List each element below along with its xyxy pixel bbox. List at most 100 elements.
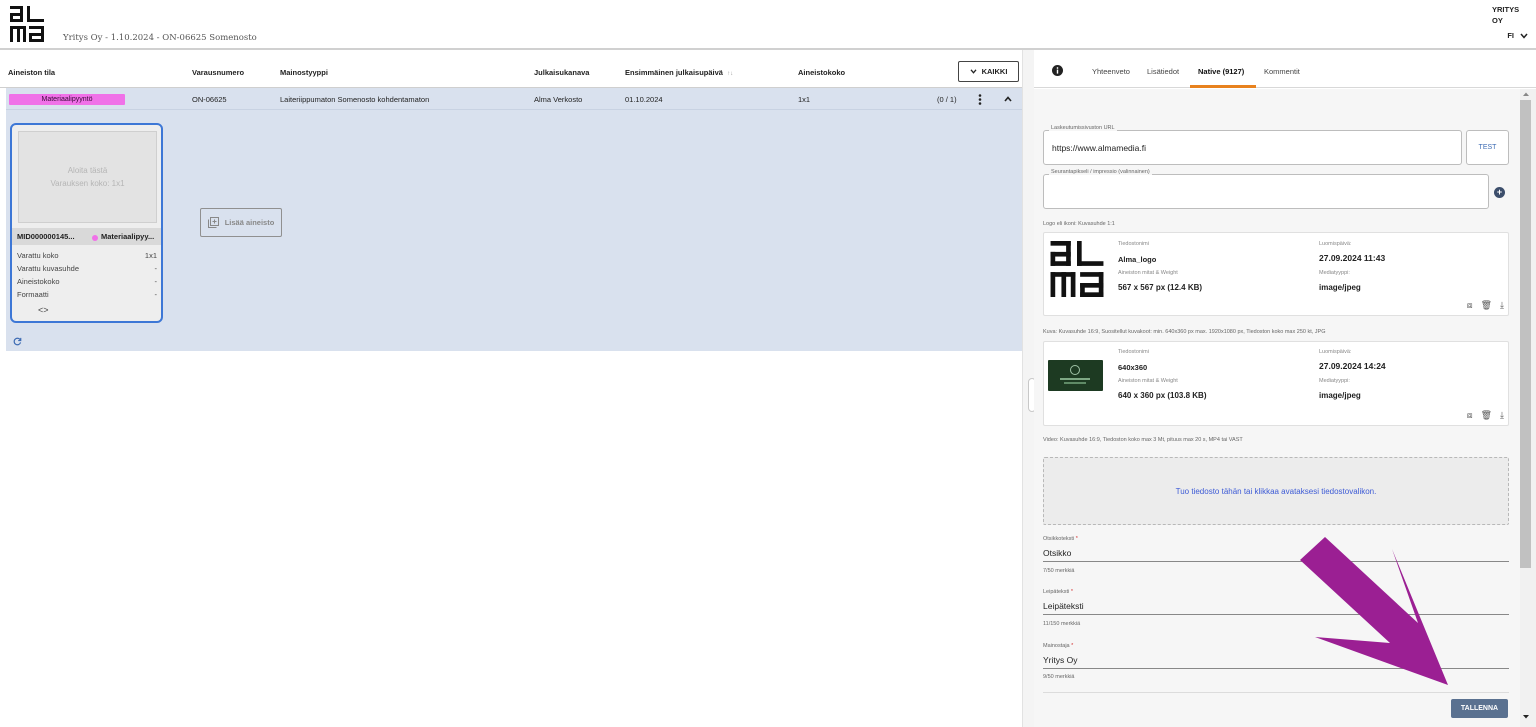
add-material-label: Lisää aineisto <box>224 218 275 227</box>
headline-label-text: Otsikkoteksti <box>1043 536 1075 542</box>
advertiser-counter: 9/50 merkkiä <box>1043 674 1075 680</box>
delete-icon[interactable]: 🗑 <box>1481 410 1492 421</box>
active-tab-indicator <box>1190 85 1256 88</box>
chevron-down-icon <box>1520 33 1528 39</box>
tab-lisatiedot[interactable]: Lisätiedot <box>1147 67 1179 76</box>
tracking-pixel-field[interactable] <box>1043 174 1489 209</box>
info-icon[interactable] <box>1052 65 1063 76</box>
col-header-status[interactable]: Aineiston tila <box>8 68 55 77</box>
filter-all-button[interactable]: KAIKKI <box>958 61 1019 82</box>
file-actions: ⧈ 🗑 ⤓ <box>1467 410 1504 421</box>
col-header-reservation[interactable]: Varausnumero <box>192 68 244 77</box>
more-vert-icon[interactable] <box>978 94 982 105</box>
filename-value: Alma_logo <box>1118 255 1157 264</box>
image-thumbnail[interactable] <box>1048 360 1103 391</box>
advertiser-label: Mainostaja * <box>1043 643 1073 649</box>
landing-url-value: https://www.almamedia.fi <box>1052 143 1147 153</box>
advertiser-label-text: Mainostaja <box>1043 643 1070 649</box>
company-name: YRITYS OY <box>1492 5 1520 25</box>
advertiser-value: Yritys Oy <box>1043 655 1078 665</box>
col-header-ad-type[interactable]: Mainostyyppi <box>280 68 328 77</box>
card-field-row: Formaatti - <box>17 290 157 303</box>
preview-icon[interactable]: ⧈ <box>1467 300 1473 311</box>
app-header: Yritys Oy - 1.10.2024 - ON-06625 Somenos… <box>0 0 1536 50</box>
language-selector[interactable]: FI <box>1507 31 1528 40</box>
required-mark: * <box>1070 589 1073 595</box>
status-badge: Materiaalipyyntö <box>9 94 125 105</box>
field-label: Varattu kuvasuhde <box>17 264 79 273</box>
type-value: image/jpeg <box>1319 283 1361 292</box>
created-label: Luomispäivä: <box>1319 349 1352 355</box>
alma-logo[interactable] <box>10 6 44 42</box>
thumbnail-text-line <box>1060 378 1090 380</box>
add-material-button[interactable]: Lisää aineisto <box>200 208 282 237</box>
field-value: - <box>154 290 158 299</box>
created-label: Luomispäivä: <box>1319 241 1352 247</box>
breadcrumb: Yritys Oy - 1.10.2024 - ON-06625 Somenos… <box>63 33 257 43</box>
cell-first-date: 01.10.2024 <box>625 95 663 104</box>
field-label: Aineistokoko <box>17 277 60 286</box>
created-value: 27.09.2024 14:24 <box>1319 361 1386 371</box>
cell-reservation: ON-06625 <box>192 95 227 104</box>
card-preview-placeholder[interactable]: Aloita tästä Varauksen koko: 1x1 <box>18 131 157 223</box>
save-button[interactable]: TALLENNA <box>1451 699 1508 718</box>
body-value: Leipäteksti <box>1043 601 1084 611</box>
dims-value: 640 x 360 px (103.8 KB) <box>1118 391 1207 400</box>
add-tracking-icon[interactable]: + <box>1494 187 1505 198</box>
type-value: image/jpeg <box>1319 391 1361 400</box>
field-value: - <box>154 264 158 273</box>
headline-label: Otsikkoteksti * <box>1043 536 1078 542</box>
field-value: 1x1 <box>144 251 157 260</box>
card-fields: Varattu koko 1x1 Varattu kuvasuhde - Ainei… <box>17 251 157 303</box>
material-id: MID000000145... <box>17 232 75 241</box>
file-card-logo: Tiedostonimi Alma_logo Aineiston mitat &… <box>1043 232 1509 316</box>
language-label: FI <box>1507 31 1514 40</box>
col-header-size[interactable]: Aineistokoko <box>798 68 845 77</box>
download-icon[interactable]: ⤓ <box>1500 300 1504 311</box>
scrollbar-thumb[interactable] <box>1520 100 1531 568</box>
scroll-down-icon[interactable] <box>1522 714 1530 720</box>
detail-tabs: Yhteenveto Lisätiedot Native (9127) Komm… <box>1034 58 1536 88</box>
created-value: 27.09.2024 11:43 <box>1319 253 1386 263</box>
preview-icon[interactable]: ⧈ <box>1467 410 1473 421</box>
tab-kommentit[interactable]: Kommentit <box>1264 67 1300 76</box>
card-field-row: Varattu koko 1x1 <box>17 251 157 264</box>
headline-value: Otsikko <box>1043 548 1072 558</box>
cell-channel: Alma Verkosto <box>534 95 583 104</box>
card-id-bar: MID000000145... Materiaalipyy... <box>12 228 161 245</box>
code-icon[interactable]: <> <box>38 305 49 315</box>
refresh-icon[interactable] <box>13 337 22 346</box>
scroll-up-icon[interactable] <box>1522 91 1530 97</box>
col-header-channel[interactable]: Julkaisukanava <box>534 68 589 77</box>
sort-icon[interactable]: ↑↓ <box>727 71 733 77</box>
tab-yhteenveto[interactable]: Yhteenveto <box>1092 67 1130 76</box>
cell-count: (0 / 1) <box>937 95 957 104</box>
status-dot-icon <box>92 235 98 241</box>
file-card-image: Tiedostonimi 640x360 Aineiston mitat & W… <box>1043 341 1509 426</box>
col-header-first-date[interactable]: Ensimmäinen julkaisupäivä ↑↓ <box>625 68 733 77</box>
table-row[interactable]: Materiaalipyyntö ON-06625 Laiteriippumat… <box>6 88 1022 110</box>
preview-size-text: Varauksen koko: 1x1 <box>50 179 125 188</box>
cell-ad-type: Laiteriippumaton Somenosto kohdentamaton <box>280 95 430 104</box>
image-hint: Kuva: Kuvasuhde 16:9, Suositellut kuvako… <box>1043 329 1326 335</box>
delete-icon[interactable]: 🗑 <box>1481 300 1492 311</box>
card-field-row: Aineistokoko - <box>17 277 157 290</box>
required-mark: * <box>1071 643 1074 649</box>
material-card[interactable]: Aloita tästä Varauksen koko: 1x1 MID0000… <box>10 123 163 323</box>
file-dropzone[interactable]: Tuo tiedosto tähän tai klikkaa avatakses… <box>1043 457 1509 525</box>
download-icon[interactable]: ⤓ <box>1500 410 1504 421</box>
filename-label: Tiedostonimi <box>1118 241 1149 247</box>
tab-native[interactable]: Native (9127) <box>1198 67 1244 76</box>
required-mark: * <box>1075 536 1078 542</box>
dims-label: Aineiston mitat & Weight <box>1118 378 1178 384</box>
logo-hint: Logo eli ikoni: Kuvasuhde 1:1 <box>1043 221 1115 227</box>
chevron-up-icon[interactable] <box>1004 96 1012 102</box>
test-url-button[interactable]: TEST <box>1466 130 1509 165</box>
cell-size: 1x1 <box>798 95 811 104</box>
tracking-pixel-label: Seurantapikseli / impressio (valinnainen… <box>1049 169 1152 175</box>
chevron-down-icon <box>970 69 977 74</box>
landing-url-label: Laskeutumissivuston URL <box>1049 125 1117 131</box>
expanded-row-area: Materiaalipyyntö ON-06625 Laiteriippumat… <box>6 88 1022 351</box>
col-header-first-date-label: Ensimmäinen julkaisupäivä <box>625 68 723 77</box>
logo-thumbnail[interactable] <box>1048 241 1106 297</box>
